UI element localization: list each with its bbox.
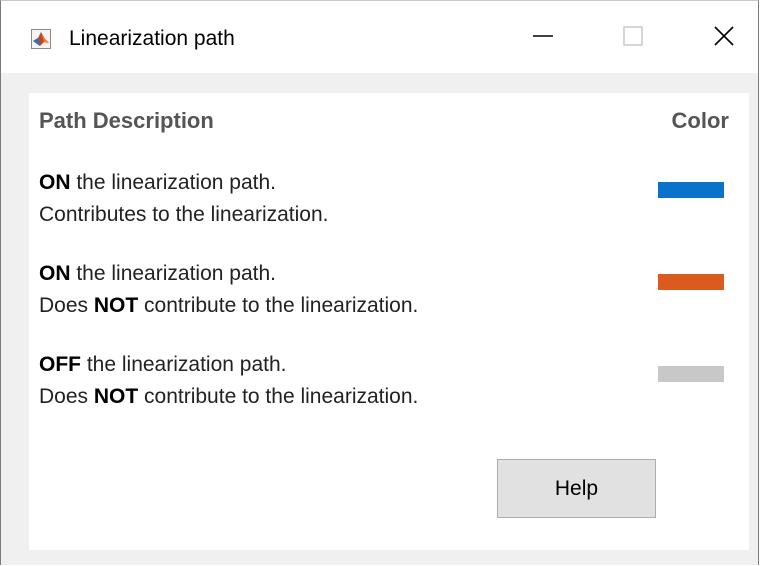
row-line-1: ON the linearization path. — [39, 167, 329, 199]
help-button[interactable]: Help — [497, 459, 656, 518]
maximize-button[interactable] — [613, 15, 653, 61]
row-keyword: OFF — [39, 353, 81, 376]
row-line-1-text: the linearization path. — [70, 262, 276, 285]
color-swatch-blue — [658, 182, 724, 198]
close-icon — [713, 25, 735, 52]
row-line-1: OFF the linearization path. — [39, 349, 418, 381]
color-swatch-orange — [658, 274, 724, 290]
maximize-icon — [622, 25, 644, 52]
color-swatch-gray — [658, 366, 724, 382]
row-line-1: ON the linearization path. — [39, 258, 418, 290]
path-row-off: OFF the linearization path. Does NOT con… — [39, 349, 418, 413]
color-header: Color — [671, 108, 729, 133]
row-line-2-bold: NOT — [93, 294, 139, 317]
row-line-2-bold: NOT — [93, 385, 139, 408]
row-line-1-text: the linearization path. — [81, 353, 287, 376]
row-keyword: ON — [39, 171, 71, 194]
row-keyword: ON — [39, 262, 71, 285]
row-line-2-prefix: Contributes to the linearization. — [39, 203, 329, 226]
row-line-1-text: the linearization path. — [70, 171, 276, 194]
minimize-button[interactable] — [523, 15, 563, 61]
window-title: Linearization path — [69, 27, 235, 50]
row-line-2-rest: contribute to the linearization. — [138, 294, 419, 317]
row-line-2: Does NOT contribute to the linearization… — [39, 290, 418, 322]
path-description-header: Path Description — [39, 108, 214, 133]
title-bar[interactable]: Linearization path — [1, 1, 758, 73]
dialog-content: Path Description Color ON the linearizat… — [29, 93, 749, 550]
row-line-2: Does NOT contribute to the linearization… — [39, 381, 418, 413]
row-line-2: Contributes to the linearization. — [39, 199, 329, 231]
close-button[interactable] — [704, 15, 744, 61]
dialog-window: Linearization path Path Description Colo… — [0, 0, 759, 565]
minimize-icon — [532, 25, 554, 52]
row-line-2-prefix: Does — [39, 385, 94, 408]
row-line-2-prefix: Does — [39, 294, 94, 317]
matlab-logo-icon — [31, 29, 51, 49]
row-line-2-rest: contribute to the linearization. — [138, 385, 419, 408]
path-row-on-contributing: ON the linearization path. Contributes t… — [39, 167, 329, 231]
path-row-on-not-contributing: ON the linearization path. Does NOT cont… — [39, 258, 418, 322]
